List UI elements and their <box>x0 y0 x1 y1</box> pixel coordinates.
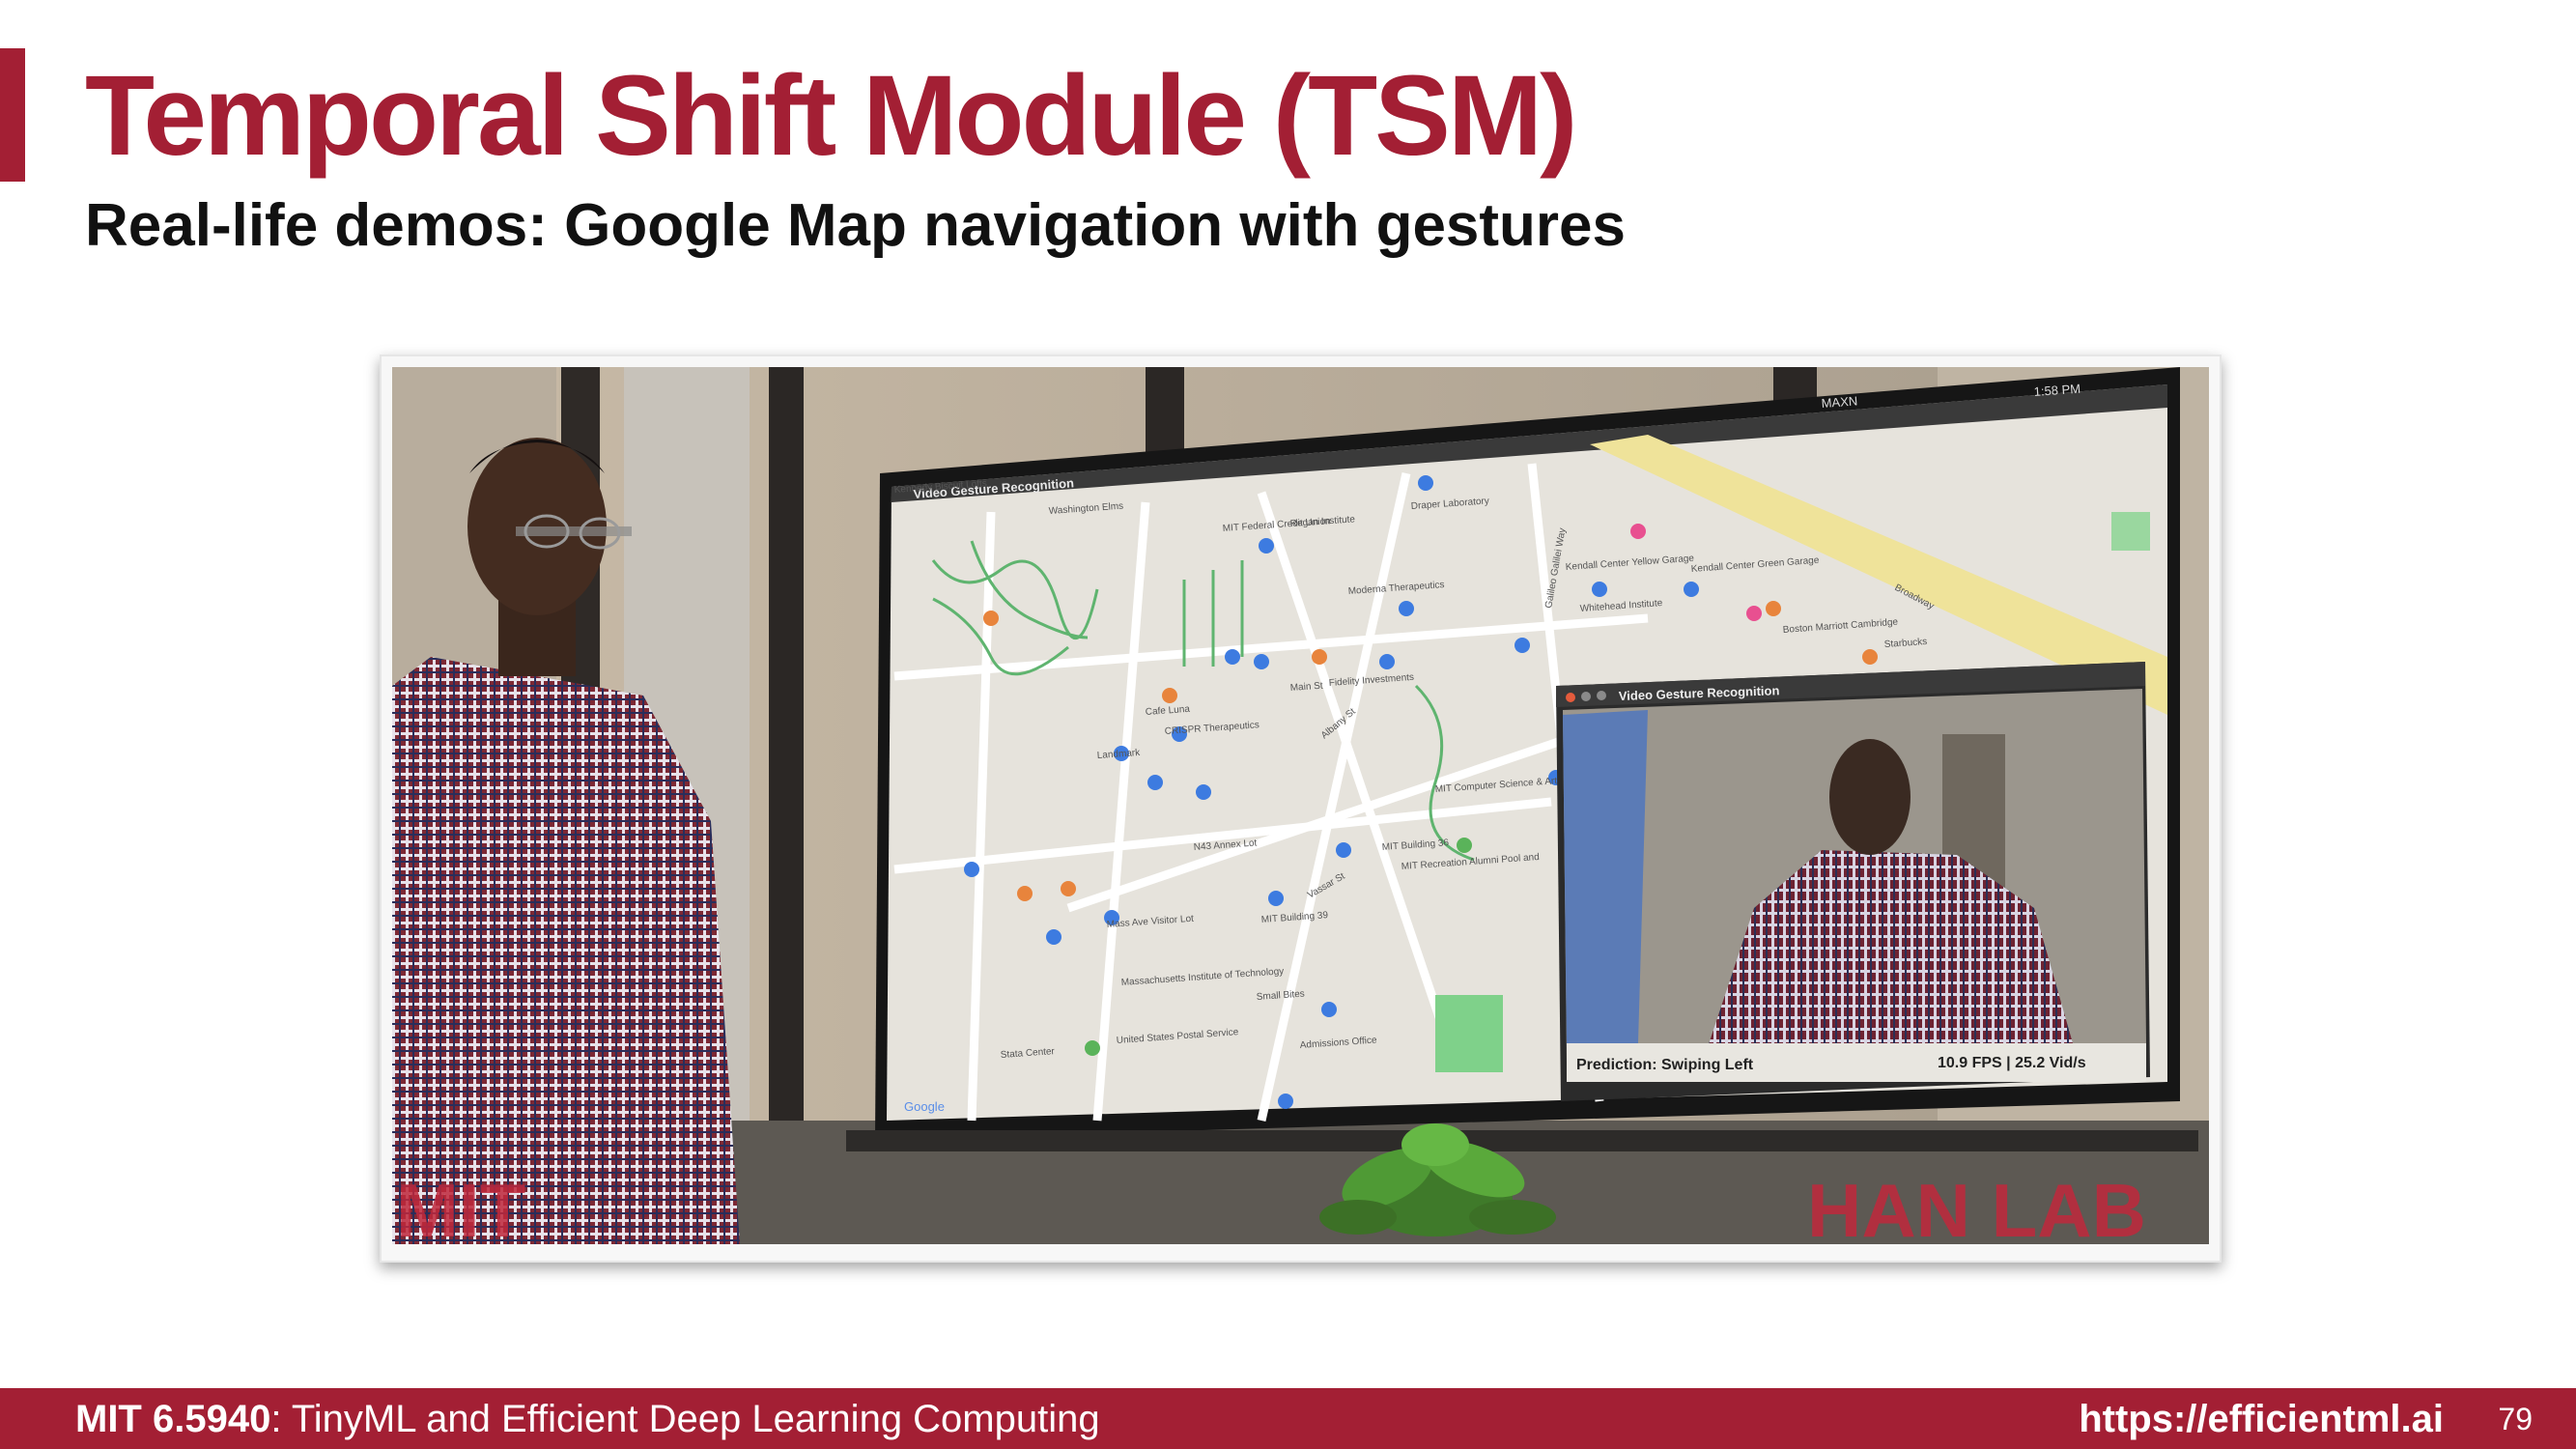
demo-photo: Video Gesture Recognition MAXN 1:58 PM W… <box>392 367 2209 1244</box>
map-label-google: Google <box>904 1099 945 1114</box>
page-number: 79 <box>2498 1402 2533 1436</box>
park-area <box>1435 995 1503 1072</box>
park-area-2 <box>2111 512 2150 551</box>
course-url-link[interactable]: https://efficientml.ai <box>2079 1400 2444 1438</box>
course-name: : TinyML and Efficient Deep Learning Com… <box>270 1398 1100 1440</box>
prediction-label: Prediction: Swiping Left <box>1576 1057 1754 1073</box>
fps-stats-label: 10.9 FPS | 25.2 Vid/s <box>1938 1055 2086 1071</box>
footer-bar: MIT 6.5940: TinyML and Efficient Deep Le… <box>0 1388 2576 1449</box>
footer-course: MIT 6.5940: TinyML and Efficient Deep Le… <box>75 1400 1100 1438</box>
watermark-mit: MIT <box>396 1168 525 1244</box>
slide-subtitle: Real-life demos: Google Map navigation w… <box>85 192 1627 259</box>
webcam-reflection <box>1563 710 1648 1048</box>
demo-scene: Video Gesture Recognition MAXN 1:58 PM W… <box>392 367 2209 1244</box>
monitor-base <box>846 1130 2198 1151</box>
window-mullion <box>769 367 804 1244</box>
webcam-close-icon[interactable] <box>1566 693 1575 702</box>
webcam-minimize-icon[interactable] <box>1581 692 1591 701</box>
title-accent-bar <box>0 48 25 182</box>
watermark-han-lab: HAN LAB <box>1807 1168 2146 1244</box>
webcam-maximize-icon[interactable] <box>1597 691 1606 700</box>
course-code: MIT 6.5940 <box>75 1398 271 1440</box>
webcam-person-head <box>1829 739 1911 855</box>
slide-title: Temporal Shift Module (TSM) <box>85 52 1577 180</box>
power-mode-label: MAXN <box>1821 393 1858 411</box>
